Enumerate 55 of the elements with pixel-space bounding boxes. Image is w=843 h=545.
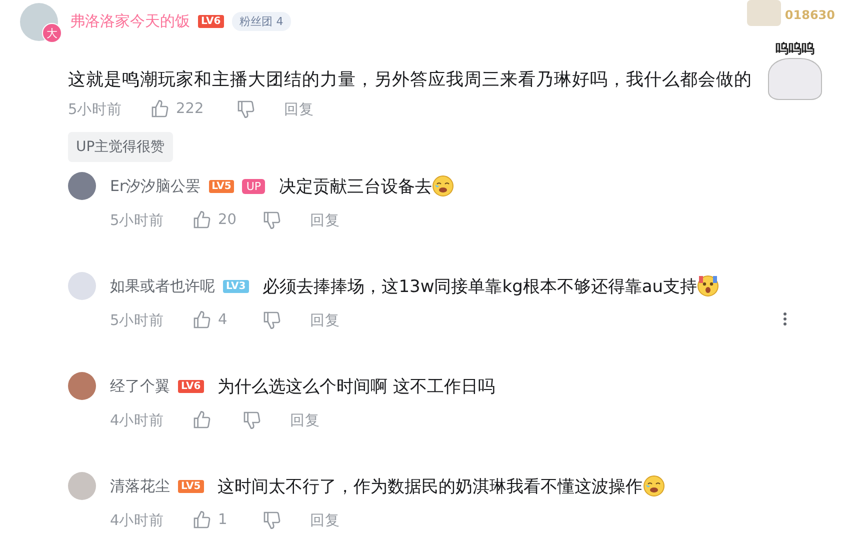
thumbs-up-icon <box>150 99 170 119</box>
like-button[interactable]: 1 <box>192 510 262 530</box>
user-avatar[interactable] <box>68 172 96 200</box>
reply-button[interactable]: 回复 <box>310 310 340 330</box>
thumbs-up-icon <box>192 410 212 430</box>
level-badge: LV3 <box>223 280 249 292</box>
reply-time: 5小时前 <box>110 312 166 330</box>
reply-button[interactable]: 回复 <box>284 100 314 118</box>
up-liked-tag: UP主觉得很赞 <box>68 132 173 162</box>
fan-number: 018630 <box>784 7 836 22</box>
shocked-emoji-icon <box>697 275 720 297</box>
level-badge: LV6 <box>178 380 204 392</box>
reply-time: 5小时前 <box>110 212 166 230</box>
reply-button[interactable]: 回复 <box>310 210 340 230</box>
like-button[interactable]: 4 <box>192 310 262 330</box>
like-button[interactable]: 20 <box>192 210 262 230</box>
thumbs-down-icon <box>262 210 282 230</box>
thumbs-up-icon <box>192 510 212 530</box>
reply-time: 4小时前 <box>110 512 166 530</box>
more-options-button[interactable] <box>783 312 787 326</box>
sticker-caption: 呜呜呜 <box>776 41 814 58</box>
crying-emoji-icon <box>432 175 454 197</box>
sticker-picture <box>768 58 822 100</box>
username[interactable]: 经了个翼 <box>110 376 170 396</box>
username[interactable]: 如果或者也许呢 <box>110 276 215 296</box>
thumbs-down-icon <box>236 99 256 119</box>
username[interactable]: 清落花尘 <box>110 476 170 496</box>
thumbs-up-icon <box>192 310 212 330</box>
user-avatar[interactable] <box>68 372 96 400</box>
reply-text: 决定贡献三台设备去 <box>279 176 432 198</box>
more-icon <box>783 312 787 326</box>
thumbs-down-icon <box>262 310 282 330</box>
avatar-badge: 大 <box>42 23 62 43</box>
comment-text: 这就是鸣潮玩家和主播大团结的力量，另外答应我周三来看乃琳好吗，我什么都会做的 <box>68 69 752 92</box>
character-badge-picture <box>746 0 781 26</box>
like-button[interactable]: 222 <box>150 99 236 119</box>
level-badge: LV5 <box>208 180 234 192</box>
thumbs-up-icon <box>192 210 212 230</box>
reply-text: 为什么选这么个时间啊 这不工作日吗 <box>218 376 496 398</box>
crying-emoji-icon <box>642 475 665 497</box>
reply-button[interactable]: 回复 <box>310 510 340 530</box>
level-badge: LV6 <box>198 14 224 28</box>
comment-time: 5小时前 <box>68 100 124 118</box>
up-badge: UP <box>242 178 266 194</box>
reply-time: 4小时前 <box>110 412 166 430</box>
level-badge: LV5 <box>178 480 204 492</box>
thumbs-down-icon <box>262 510 282 530</box>
username[interactable]: 弗洛洛家今天的饭 <box>70 12 190 30</box>
reply-button[interactable]: 回复 <box>290 410 320 430</box>
user-avatar[interactable] <box>68 472 96 500</box>
reply-text: 这时间太不行了，作为数据民的奶淇琳我看不懂这波操作 <box>218 476 643 498</box>
fan-club-badge: 粉丝团 4 <box>232 12 292 30</box>
reply-text: 必须去捧捧场，这13w同接单靠kg根本不够还得靠au支持 <box>262 276 698 298</box>
thumbs-down-icon <box>242 410 262 430</box>
username[interactable]: Er汐汐脑公罢 <box>110 176 201 196</box>
